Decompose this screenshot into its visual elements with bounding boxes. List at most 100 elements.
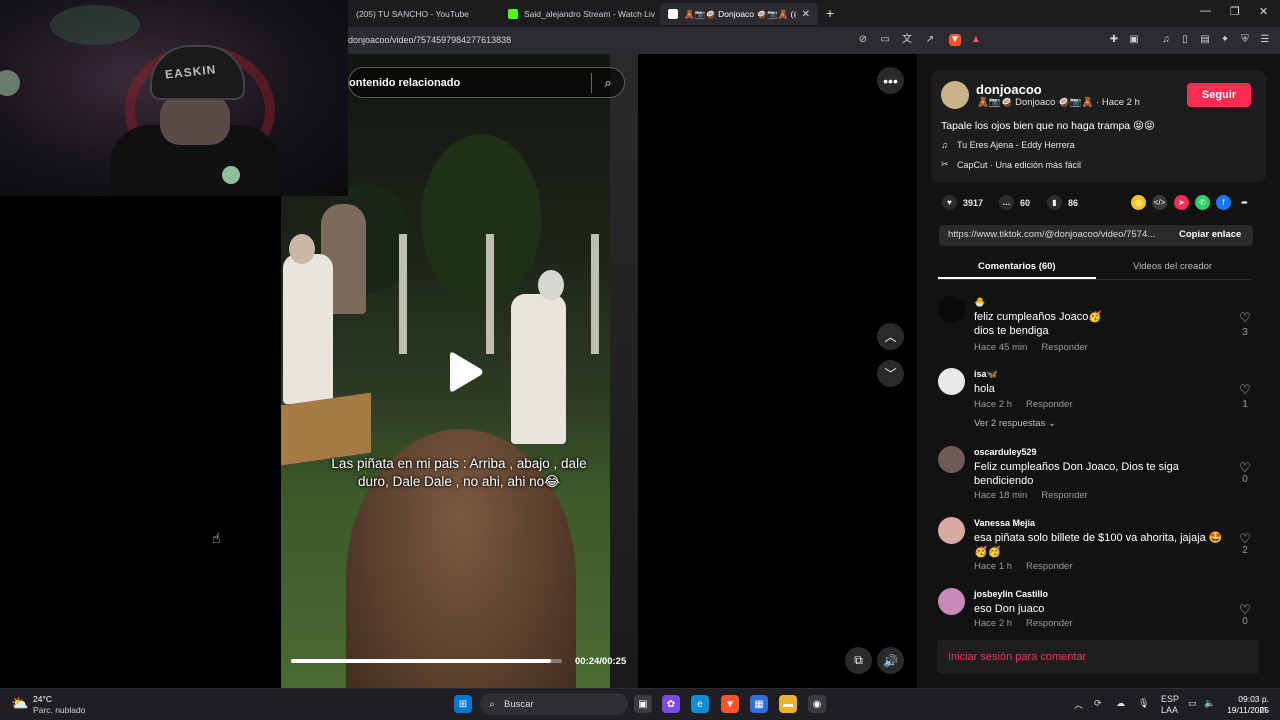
webcam-overlay: EASKIN: [0, 0, 348, 196]
reply-button[interactable]: Responder: [1026, 561, 1072, 572]
heart-outline-icon[interactable]: ♡: [1237, 382, 1253, 398]
facebook-icon[interactable]: f: [1216, 195, 1231, 210]
embed-icon[interactable]: </>: [1152, 195, 1167, 210]
microphone-icon[interactable]: 🎙: [1138, 698, 1149, 709]
chevron-up-icon[interactable]: ︿: [877, 323, 904, 350]
new-tab-button[interactable]: +: [826, 5, 834, 21]
tab-list-icon[interactable]: ▤: [1199, 34, 1211, 46]
heart-outline-icon[interactable]: ♡: [1237, 310, 1253, 326]
comment-meta: Hace 2 h Responder: [974, 399, 1073, 410]
obs-icon[interactable]: ◉: [808, 695, 826, 713]
extensions-icon[interactable]: ✚: [1108, 34, 1120, 46]
follow-button[interactable]: Seguir: [1187, 83, 1251, 107]
clock-date[interactable]: 19/11/2025: [1222, 705, 1269, 715]
language-top[interactable]: ESP: [1161, 694, 1179, 704]
weather-cloud-icon[interactable]: ⛅: [11, 695, 28, 712]
send-icon[interactable]: ➤: [1174, 195, 1189, 210]
minimize-icon[interactable]: —: [1200, 5, 1211, 17]
comment-avatar[interactable]: [938, 368, 965, 395]
weather-temperature[interactable]: 24°C: [33, 694, 52, 704]
comment-avatar[interactable]: [938, 517, 965, 544]
webcam-lamp: [0, 70, 20, 96]
capcut-link[interactable]: ✂ CapCut · Una edición más fácil: [941, 159, 1081, 170]
share-arrow-icon[interactable]: ➦: [1237, 195, 1252, 210]
save-stat[interactable]: ▮ 86: [1047, 195, 1078, 210]
url-text[interactable]: donjoacoo/video/7574597984277613838: [348, 35, 511, 45]
language-bottom[interactable]: LAA: [1161, 705, 1178, 715]
screen-icon[interactable]: ▭: [879, 34, 891, 46]
copy-link-button[interactable]: Copiar enlace: [1179, 229, 1241, 240]
view-replies-button[interactable]: Ver 2 respuestas ⌄: [974, 418, 1056, 429]
creator-name[interactable]: donjoacoo: [976, 82, 1042, 97]
brave-rewards-icon[interactable]: ▲: [970, 34, 982, 46]
login-to-comment-link[interactable]: Iniciar sesión para comentar: [948, 651, 1086, 663]
task-view-icon[interactable]: ▣: [634, 695, 652, 713]
no-tracking-icon[interactable]: ⊘: [857, 34, 869, 46]
reply-button[interactable]: Responder: [1026, 399, 1072, 410]
sidebar-icon[interactable]: ▯: [1179, 34, 1191, 46]
comment-avatar[interactable]: [938, 446, 965, 473]
comment-avatar[interactable]: [938, 588, 965, 615]
taskbar-search[interactable]: ⌕ Buscar: [480, 693, 628, 715]
comment-user[interactable]: 🐣: [974, 297, 985, 308]
volume-icon[interactable]: 🔊: [877, 647, 904, 674]
comment-user[interactable]: oscarduley529: [974, 447, 1037, 457]
play-icon[interactable]: [444, 351, 484, 393]
file-explorer-icon[interactable]: ▬: [779, 695, 797, 713]
music-link[interactable]: ♫ Tu Eres Ajena - Eddy Herrera: [941, 140, 1075, 150]
store-icon[interactable]: ▦: [750, 695, 768, 713]
bookmark-icon: ▮: [1047, 195, 1062, 210]
tab-youtube[interactable]: (205) TU SANCHO - YouTube: [348, 3, 498, 25]
translate-icon[interactable]: 文: [901, 34, 913, 46]
reply-button[interactable]: Responder: [1026, 618, 1072, 628]
reply-button[interactable]: Responder: [1041, 490, 1087, 501]
like-stat[interactable]: ♥ 3917: [942, 195, 983, 210]
tray-chevron-icon[interactable]: ︿: [1074, 698, 1083, 711]
comment-user[interactable]: josbeylin Castillo: [974, 589, 1048, 599]
creator-avatar[interactable]: [941, 81, 969, 109]
comment-user[interactable]: isa🦋: [974, 369, 998, 380]
wallet-icon[interactable]: ▣: [1128, 34, 1140, 46]
whatsapp-icon[interactable]: ✆: [1195, 195, 1210, 210]
brave-shield-icon[interactable]: ▼: [949, 34, 961, 46]
media-icon[interactable]: ♫: [1160, 34, 1172, 46]
search-icon[interactable]: ⌕: [592, 75, 624, 91]
more-options-icon[interactable]: •••: [877, 67, 904, 94]
picture-in-picture-icon[interactable]: ⧉: [845, 647, 872, 674]
chevron-down-icon[interactable]: ﹀: [877, 360, 904, 387]
brave-icon[interactable]: ▼: [721, 695, 739, 713]
copilot-icon[interactable]: ✿: [662, 695, 680, 713]
comment-time: Hace 2 h: [974, 618, 1013, 628]
speaker-icon[interactable]: 🔈: [1204, 698, 1215, 709]
menu-icon[interactable]: ☰: [1259, 34, 1271, 46]
comment-meta: Hace 45 min Responder: [974, 342, 1088, 353]
share-page-icon[interactable]: ↗: [924, 34, 936, 46]
share-link[interactable]: https://www.tiktok.com/@donjoacoo/video/…: [948, 229, 1155, 240]
weather-description[interactable]: Parc. nublado: [33, 705, 85, 715]
leo-ai-icon[interactable]: ✦: [1219, 34, 1231, 46]
video-progress-bar[interactable]: [291, 659, 562, 663]
comment-list[interactable]: 🐣 feliz cumpleaños Joaco🥳 dios te bendig…: [917, 290, 1263, 628]
comment-stat[interactable]: … 60: [999, 195, 1030, 210]
maximize-icon[interactable]: ❐: [1230, 5, 1240, 18]
windows-start-icon[interactable]: ⊞: [454, 695, 472, 713]
onedrive-icon[interactable]: ☁: [1116, 698, 1125, 709]
close-tab-icon[interactable]: ✕: [796, 9, 810, 20]
tab-comments[interactable]: Comentarios (60): [978, 261, 1056, 272]
tab-kick[interactable]: Said_alejandro Stream - Watch Live o: [500, 3, 655, 25]
tab-creator-videos[interactable]: Videos del creador: [1133, 261, 1212, 272]
related-search[interactable]: ontenido relacionado ⌕: [348, 67, 625, 98]
sync-icon[interactable]: ⟳: [1094, 698, 1102, 709]
edge-icon[interactable]: e: [691, 695, 709, 713]
save-count: 86: [1068, 197, 1079, 208]
comment-text: feliz cumpleaños Joaco🥳 dios te bendiga: [974, 311, 1103, 337]
tab-tiktok[interactable]: 🧸📷🥥 Donjoaco 🥥📷🧸 (@ ✕: [660, 3, 818, 25]
comment-user[interactable]: Vanessa Mejía: [974, 518, 1035, 528]
network-icon[interactable]: ▭: [1188, 698, 1197, 709]
vpn-icon[interactable]: ⛨: [1239, 34, 1251, 46]
coin-icon[interactable]: ◎: [1131, 195, 1146, 210]
comment-text: esa piñata solo billete de $100 va ahori…: [974, 532, 1223, 558]
close-window-icon[interactable]: ✕: [1259, 5, 1268, 18]
reply-button[interactable]: Responder: [1041, 342, 1087, 353]
comment-avatar[interactable]: [938, 296, 965, 323]
